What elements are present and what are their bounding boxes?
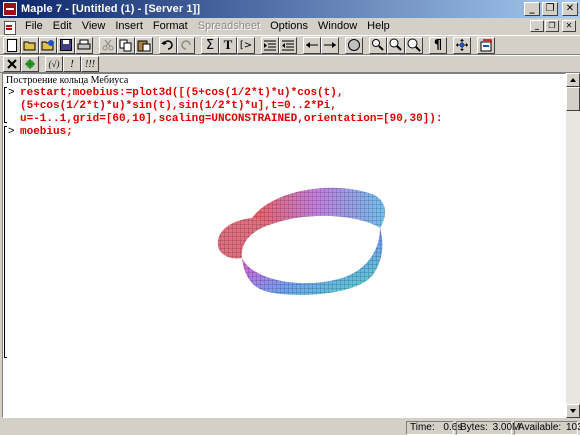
- scroll-thumb[interactable]: [566, 87, 580, 111]
- doc-minimize-button[interactable]: _: [530, 20, 544, 32]
- menu-window[interactable]: Window: [313, 18, 362, 35]
- sigma-icon[interactable]: Σ: [201, 36, 219, 54]
- close-button[interactable]: ✕: [562, 2, 578, 16]
- menu-options[interactable]: Options: [265, 18, 313, 35]
- menu-bar: File Edit View Insert Format Spreadsheet…: [0, 18, 580, 35]
- input-line-2[interactable]: (5+cos(1/2*t)*u)*sin(t),sin(1/2*t)*u],t=…: [20, 100, 337, 112]
- status-bar: Time: 0.6s Bytes: 3.00M Available: 103M: [0, 420, 580, 435]
- undo-icon[interactable]: [159, 36, 177, 54]
- restore-button[interactable]: ❐: [542, 2, 558, 16]
- execute-all-button[interactable]: !!!: [81, 56, 99, 72]
- document-icon[interactable]: [2, 20, 16, 35]
- menu-view[interactable]: View: [77, 18, 111, 35]
- status-time: Time: 0.6s: [406, 421, 462, 435]
- title-bar: Maple 7 - [Untitled (1) - [Server 1]] _ …: [0, 0, 580, 18]
- zoom-150-icon[interactable]: [387, 36, 405, 54]
- cancel-icon[interactable]: [3, 56, 21, 72]
- menu-help[interactable]: Help: [362, 18, 395, 35]
- scroll-down-button[interactable]: [566, 404, 580, 418]
- prompt-1: >: [8, 87, 15, 99]
- paste-icon[interactable]: [135, 36, 153, 54]
- worksheet-comment: Построение кольца Мебиуса: [6, 75, 129, 86]
- debug-icon[interactable]: [21, 56, 39, 72]
- minimize-button[interactable]: _: [524, 2, 540, 16]
- main-toolbar: Σ T [> ¶: [0, 35, 580, 55]
- menu-spreadsheet: Spreadsheet: [197, 20, 261, 32]
- indent-icon[interactable]: [261, 36, 279, 54]
- restart-icon[interactable]: [477, 36, 495, 54]
- input-line-1[interactable]: restart;moebius:=plot3d([(5+cos(1/2*t)*u…: [20, 87, 343, 99]
- vertical-scrollbar[interactable]: [566, 73, 580, 418]
- input-line-4[interactable]: moebius;: [20, 126, 73, 138]
- insert-prompt-icon[interactable]: [>: [237, 36, 255, 54]
- expand-icon[interactable]: [453, 36, 471, 54]
- menu-file[interactable]: File: [20, 18, 48, 35]
- redo-icon: [177, 36, 195, 54]
- zoom-100-icon[interactable]: [369, 36, 387, 54]
- doc-close-button[interactable]: ✕: [562, 20, 576, 32]
- stop-icon[interactable]: [345, 36, 363, 54]
- zoom-200-icon[interactable]: [405, 36, 423, 54]
- prompt-2: >: [8, 126, 15, 138]
- print-icon[interactable]: [75, 36, 93, 54]
- input-line-3[interactable]: u=-1..1,grid=[60,10],scaling=UNCONSTRAIN…: [20, 113, 442, 125]
- forward-icon[interactable]: [321, 36, 339, 54]
- menu-insert[interactable]: Insert: [110, 18, 148, 35]
- open-icon[interactable]: [21, 36, 39, 54]
- cut-icon: [99, 36, 117, 54]
- new-icon[interactable]: [3, 36, 21, 54]
- execute-math-button[interactable]: (√): [45, 56, 63, 72]
- copy-icon[interactable]: [117, 36, 135, 54]
- window-title: Maple 7 - [Untitled (1) - [Server 1]]: [21, 3, 201, 15]
- save-icon[interactable]: [57, 36, 75, 54]
- status-bytes: Bytes: 3.00M: [456, 421, 520, 435]
- execution-toolbar: (√) ! !!!: [0, 55, 580, 73]
- execution-group-bracket[interactable]: [4, 87, 7, 123]
- menu-format[interactable]: Format: [148, 18, 193, 35]
- back-icon[interactable]: [303, 36, 321, 54]
- text-icon[interactable]: T: [219, 36, 237, 54]
- execution-group-bracket[interactable]: [4, 126, 7, 358]
- doc-restore-button[interactable]: ❐: [545, 20, 559, 32]
- open-url-icon[interactable]: [39, 36, 57, 54]
- status-available: Available: 103M: [514, 421, 580, 435]
- outdent-icon[interactable]: [279, 36, 297, 54]
- paragraph-icon[interactable]: ¶: [429, 36, 447, 54]
- execute-group-button[interactable]: !: [63, 56, 81, 72]
- menu-edit[interactable]: Edit: [48, 18, 77, 35]
- scroll-up-button[interactable]: [566, 73, 580, 87]
- moebius-plot[interactable]: [212, 180, 392, 300]
- maple-app-icon[interactable]: [3, 2, 17, 16]
